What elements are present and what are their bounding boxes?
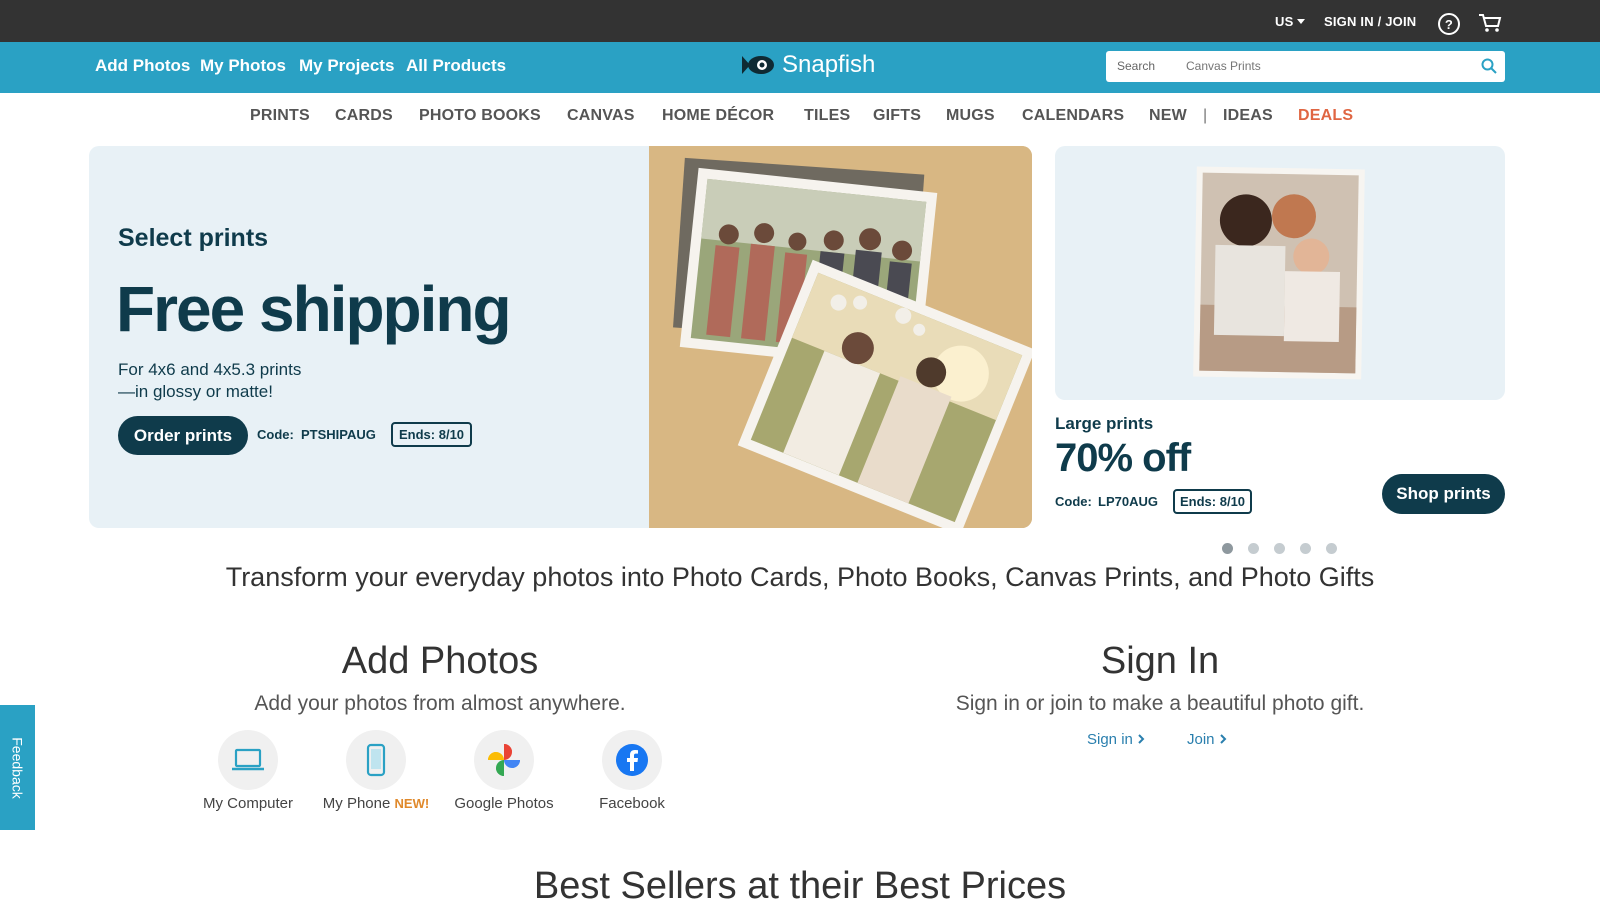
nav-add-photos[interactable]: Add Photos [95,56,190,76]
carousel-dot-4[interactable] [1300,543,1311,554]
phone-icon [346,730,406,790]
promo-kicker: Large prints [1055,414,1154,433]
promo-photo-panel [1055,146,1505,400]
promo-title: 70% off [1055,436,1191,480]
fish-logo-icon [742,56,774,74]
order-prints-button[interactable]: Order prints [118,416,248,455]
search-bar: Search [1106,51,1505,82]
hero-promo-code: PTSHIPAUG [301,427,376,442]
carousel-dots [1222,543,1337,554]
cat-home-decor[interactable]: HOME DÉCOR [662,107,774,125]
chevron-right-icon [1138,734,1145,744]
facebook-icon [602,730,662,790]
hero-code-label: Code: [257,427,294,442]
signin-subtitle: Sign in or join to make a beautiful phot… [955,692,1365,715]
feedback-tab[interactable]: Feedback [0,705,35,830]
shop-prints-button[interactable]: Shop prints [1382,474,1505,514]
carousel-dot-5[interactable] [1326,543,1337,554]
source-facebook[interactable]: Facebook [567,730,697,812]
new-badge: NEW! [394,796,430,811]
utility-bar: US SIGN IN / JOIN ? [0,0,1600,42]
join-link[interactable]: Join [1187,731,1227,748]
search-icon[interactable] [1481,58,1497,74]
cat-canvas[interactable]: CANVAS [567,107,635,125]
nav-my-photos[interactable]: My Photos [200,56,286,76]
source-google-photos[interactable]: Google Photos [439,730,569,812]
add-photos-subtitle: Add your photos from almost anywhere. [254,692,626,715]
cat-calendars[interactable]: CALENDARS [1022,107,1124,125]
join-link-text: Join [1187,731,1215,748]
signin-join-link[interactable]: SIGN IN / JOIN [1324,14,1416,29]
source-my-phone[interactable]: My Phone NEW! [311,730,441,812]
caret-down-icon [1297,18,1306,24]
cat-new[interactable]: NEW [1149,107,1187,125]
cat-gifts[interactable]: GIFTS [873,107,921,125]
cat-tiles[interactable]: TILES [804,107,850,125]
hero-subtitle-line2: —in glossy or matte! [118,382,273,401]
cart-icon[interactable] [1478,13,1502,36]
hero-ends-badge: Ends: 8/10 [391,422,473,447]
search-input[interactable] [1186,55,1466,77]
large-prints-promo[interactable]: Large prints 70% off Code: LP70AUG Ends:… [1055,146,1505,528]
cat-prints[interactable]: PRINTS [250,107,310,125]
feedback-label: Feedback [9,736,26,799]
cat-mugs[interactable]: MUGS [946,107,995,125]
add-photos-title: Add Photos [341,640,539,682]
hero-title: Free shipping [116,273,512,345]
signin-link[interactable]: Sign in [1087,731,1145,748]
category-bar: PRINTS CARDS PHOTO BOOKS CANVAS HOME DÉC… [0,93,1600,143]
source-label: Facebook [599,795,665,812]
source-label: My Phone NEW! [311,795,441,812]
nav-all-products[interactable]: All Products [406,56,506,76]
logo-text: Snapfish [782,51,876,78]
promo-ends-badge: Ends: 8/10 [1173,489,1253,514]
carousel-dot-3[interactable] [1274,543,1285,554]
source-label-text: My Phone [322,795,391,812]
source-my-computer[interactable]: My Computer [183,730,313,812]
hero-wedding-photo [649,146,1032,528]
cat-ideas[interactable]: IDEAS [1223,107,1273,125]
tagline: Transform your everyday photos into Phot… [225,562,1375,592]
cat-deals[interactable]: DEALS [1298,107,1353,125]
google-photos-icon [474,730,534,790]
snapfish-logo[interactable]: Snapfish [740,51,875,79]
cat-cards[interactable]: CARDS [335,107,393,125]
country-label: US [1275,14,1294,29]
source-label: My Computer [202,795,294,812]
signin-link-text: Sign in [1087,731,1133,748]
hero-subtitle: For 4x6 and 4x5.3 prints —in glossy or m… [118,359,378,403]
country-selector[interactable]: US [1275,14,1306,29]
hero-subtitle-line1: For 4x6 and 4x5.3 prints [118,360,302,379]
carousel-dot-2[interactable] [1248,543,1259,554]
cat-photo-books[interactable]: PHOTO BOOKS [419,107,541,125]
hero-banner[interactable]: Select prints Free shipping For 4x6 and … [89,146,1032,528]
signin-title: Sign In [1100,640,1220,682]
best-sellers-title: Best Sellers at their Best Prices [533,865,1067,907]
nav-my-projects[interactable]: My Projects [299,56,394,76]
category-separator: | [1203,107,1208,124]
promo-code: LP70AUG [1098,494,1158,509]
carousel-dot-1[interactable] [1222,543,1233,554]
search-label: Search [1117,59,1156,73]
source-label: Google Photos [454,795,554,812]
promo-code-label: Code: [1055,494,1092,509]
chevron-right-icon [1219,734,1227,744]
laptop-icon [218,730,278,790]
help-icon[interactable]: ? [1438,13,1460,35]
main-navbar: Add Photos My Photos My Projects All Pro… [0,42,1600,93]
hero-kicker: Select prints [118,224,269,252]
